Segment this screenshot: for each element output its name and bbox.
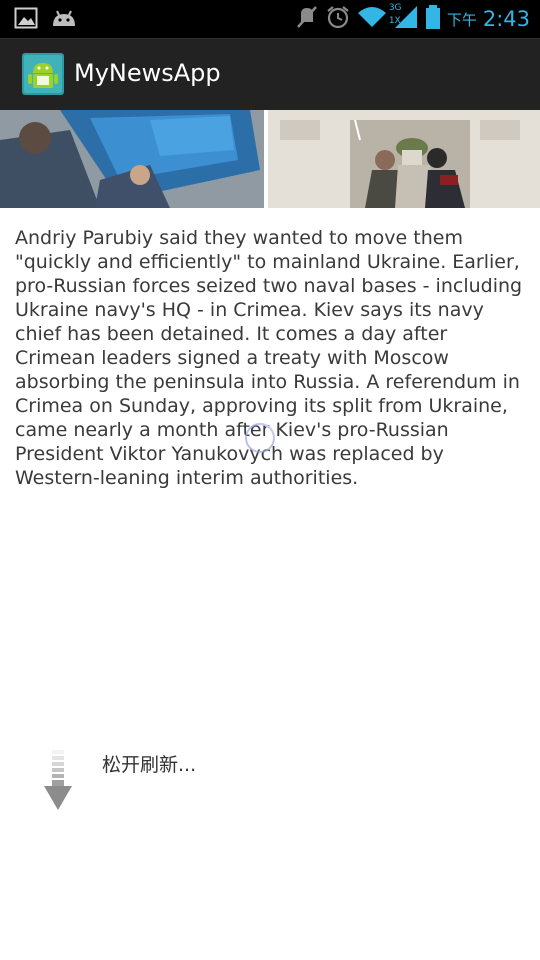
app-title: MyNewsApp bbox=[74, 59, 221, 87]
action-bar: MyNewsApp bbox=[0, 38, 540, 111]
mute-icon bbox=[295, 4, 319, 34]
article-hero-image[interactable] bbox=[0, 110, 540, 208]
pull-to-refresh-label: 松开刷新... bbox=[102, 754, 197, 776]
network-type-label: 3G bbox=[388, 3, 402, 13]
status-ampm: 下午 bbox=[446, 10, 477, 29]
app-launcher-icon[interactable] bbox=[22, 53, 64, 95]
pull-down-arrow-icon bbox=[44, 750, 72, 812]
signal-label: 1X bbox=[388, 16, 401, 26]
android-notification-icon bbox=[50, 8, 78, 32]
picture-icon bbox=[14, 6, 38, 34]
wifi-icon bbox=[357, 5, 387, 33]
signal-icon: 3G 1X bbox=[389, 3, 419, 34]
alarm-icon bbox=[325, 4, 351, 34]
battery-icon bbox=[425, 4, 441, 34]
status-bar: 3G 1X 下午 2:43 bbox=[0, 0, 540, 38]
loading-spinner-icon bbox=[244, 422, 276, 454]
status-time: 2:43 bbox=[482, 7, 530, 31]
